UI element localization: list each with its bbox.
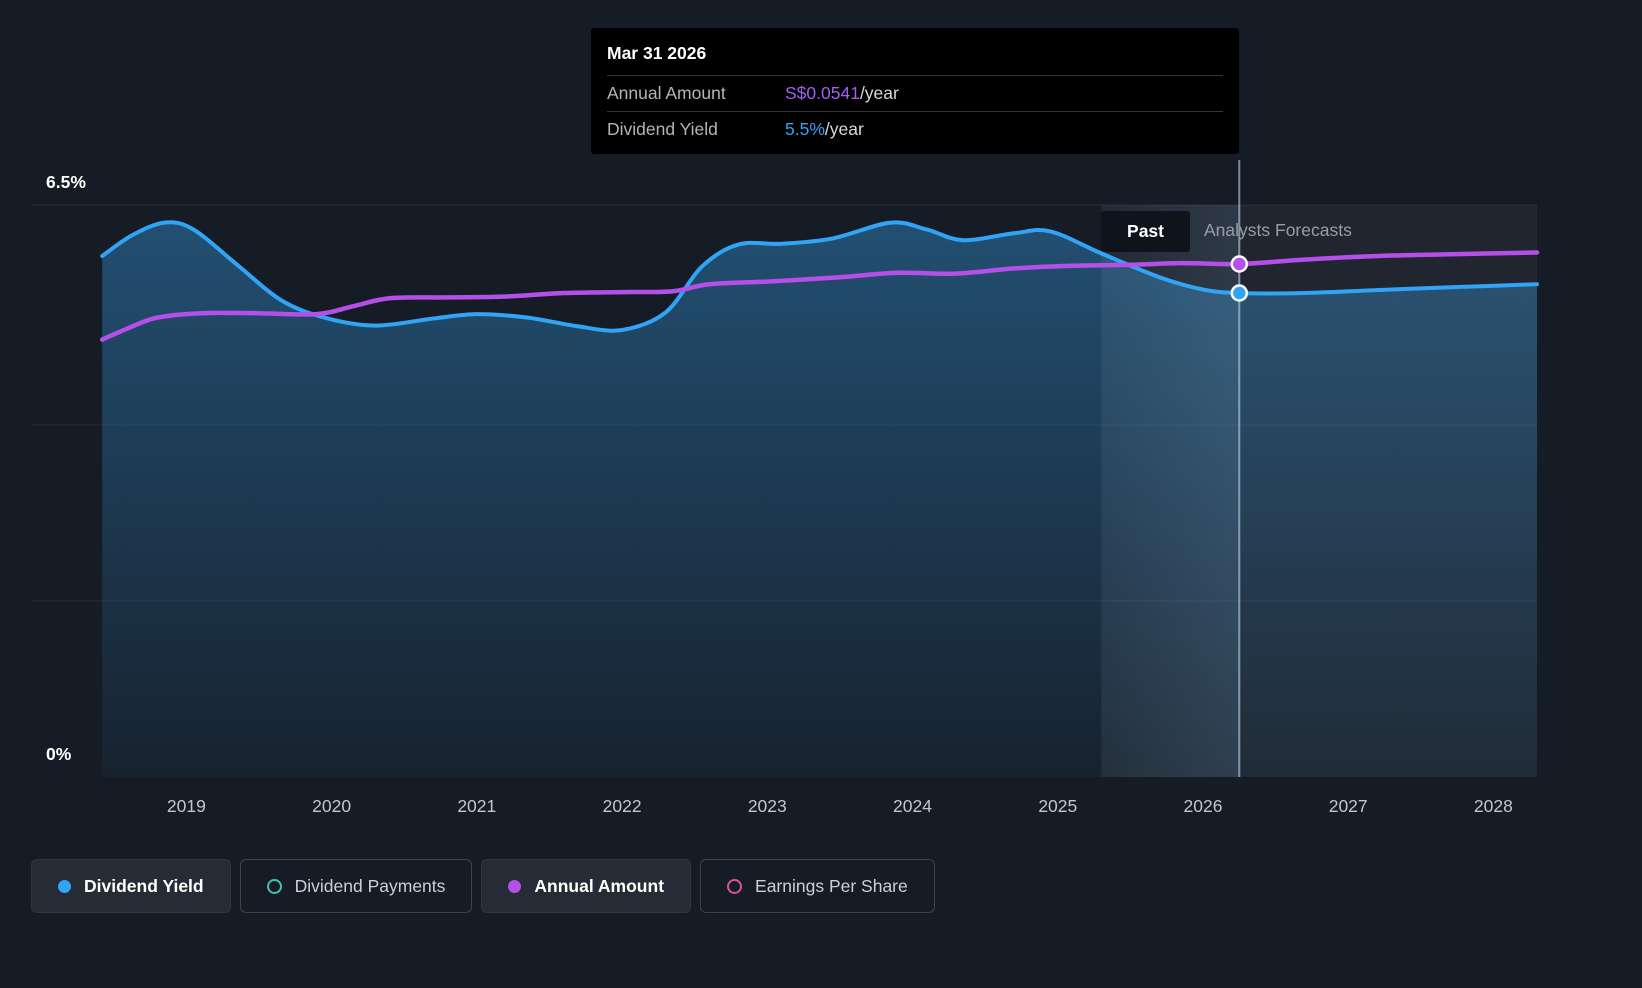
legend-item-annual-amount[interactable]: Annual Amount (481, 859, 692, 913)
y-axis-min-label: 0% (46, 744, 72, 764)
dividend-yield-dot-icon (58, 879, 71, 893)
x-tick-label: 2028 (1474, 796, 1513, 816)
dividend-payments-ring-icon (266, 878, 282, 894)
x-tick-label: 2020 (312, 796, 351, 816)
legend-label: Dividend Payments (294, 875, 446, 896)
x-tick-label: 2025 (1038, 796, 1077, 816)
x-tick-label: 2023 (748, 796, 787, 816)
tooltip-row-dividend-yield: Dividend Yield 5.5%/year (607, 112, 1223, 154)
annual-amount-dot-icon (508, 879, 522, 893)
x-tick-label: 2024 (893, 796, 932, 816)
tooltip-label: Dividend Yield (607, 119, 718, 139)
chart-legend: Dividend Yield Dividend Payments Annual … (31, 859, 935, 913)
legend-item-dividend-yield[interactable]: Dividend Yield (31, 859, 231, 913)
past-region-label: Past (1101, 211, 1190, 252)
x-axis-labels: 2019 2020 2021 2022 2023 2024 2025 2026 2027 2028 (167, 796, 1513, 816)
x-tick-label: 2026 (1184, 796, 1223, 816)
dividend-yield-hover-marker (1230, 284, 1249, 302)
legend-item-earnings-per-share[interactable]: Earnings Per Share (700, 859, 935, 913)
tooltip-value-suffix: /year (824, 119, 864, 139)
chart-tooltip: Mar 31 2026 Annual Amount S$0.0541/year … (591, 28, 1239, 154)
x-tick-label: 2021 (457, 796, 496, 816)
legend-label: Dividend Yield (84, 875, 204, 896)
x-tick-label: 2019 (167, 796, 206, 816)
earnings-per-share-ring-icon (727, 878, 743, 894)
legend-label: Annual Amount (534, 875, 665, 896)
tooltip-date: Mar 31 2026 (607, 28, 1223, 76)
legend-item-dividend-payments[interactable]: Dividend Payments (239, 859, 473, 913)
tooltip-value-suffix: /year (859, 83, 899, 103)
annual-amount-hover-marker (1230, 255, 1249, 273)
y-axis-max-label: 6.5% (46, 172, 86, 192)
legend-label: Earnings Per Share (755, 875, 908, 896)
analysts-forecasts-region-label: Analysts Forecasts (1204, 220, 1352, 240)
dividend-chart-page: 2019 2020 2021 2022 2023 2024 2025 2026 2027 2028… (0, 0, 1642, 988)
tooltip-value: S$0.0541 (785, 83, 860, 103)
tooltip-value: 5.5% (785, 119, 825, 139)
tooltip-label: Annual Amount (607, 83, 726, 103)
x-tick-label: 2022 (603, 796, 642, 816)
tooltip-row-annual-amount: Annual Amount S$0.0541/year (607, 76, 1223, 112)
x-tick-label: 2027 (1329, 796, 1368, 816)
